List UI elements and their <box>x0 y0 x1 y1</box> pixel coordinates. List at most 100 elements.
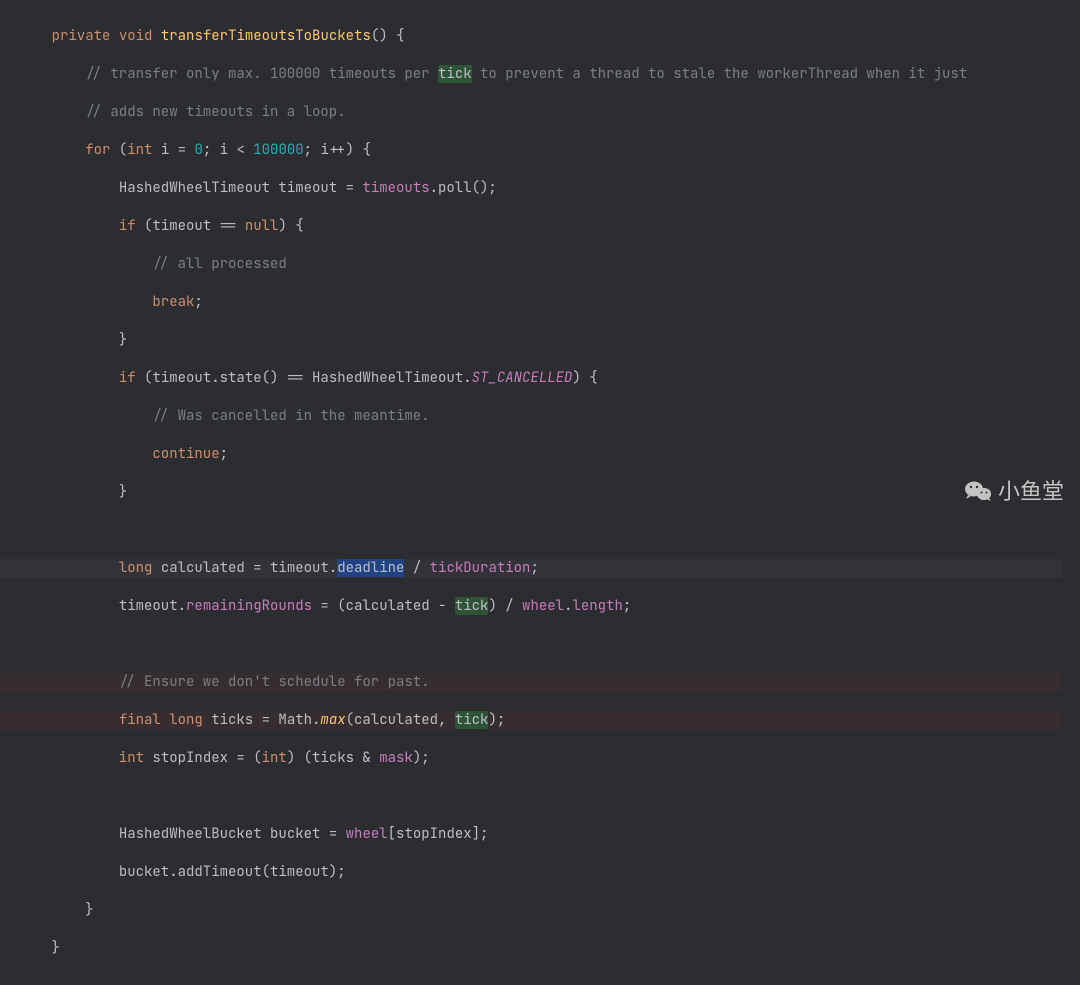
punctuation: = (calculated - <box>312 597 455 615</box>
punctuation: ); <box>413 749 430 767</box>
keyword-break: break <box>152 293 194 311</box>
punctuation: (timeout == <box>136 217 245 235</box>
punctuation: (calculated, <box>346 711 455 729</box>
punctuation: () { <box>371 27 405 45</box>
comment: // Was cancelled in the meantime. <box>152 407 429 425</box>
comment: // Ensure we don't schedule for past. <box>119 673 430 691</box>
punctuation: ; <box>194 293 202 311</box>
code-line: } <box>18 483 1080 502</box>
punctuation: ) / <box>488 597 522 615</box>
punctuation: . <box>564 597 572 615</box>
punctuation: = <box>320 825 345 843</box>
field: timeouts <box>362 179 429 197</box>
code-line: bucket.addTimeout(timeout); <box>18 863 1080 882</box>
field: length <box>572 597 622 615</box>
punctuation: = <box>169 141 194 159</box>
field: tickDuration <box>430 559 531 577</box>
code-line: // adds new timeouts in a loop. <box>18 103 1080 122</box>
punctuation: = Math. <box>253 711 320 729</box>
field: remainingRounds <box>186 597 312 615</box>
punctuation: ( <box>110 141 127 159</box>
keyword-int: int <box>127 141 152 159</box>
punctuation: ) (ticks & <box>287 749 379 767</box>
keyword-if: if <box>119 369 136 387</box>
code-line <box>18 521 1080 540</box>
variable: calculated <box>152 559 244 577</box>
number: 0 <box>194 141 202 159</box>
punctuation: = <box>337 179 362 197</box>
punctuation: = ( <box>228 749 262 767</box>
punctuation: } <box>85 901 93 919</box>
code-line: if (timeout.state() == HashedWheelTimeou… <box>18 369 1080 388</box>
code-line: // Was cancelled in the meantime. <box>18 407 1080 426</box>
comment: // adds new timeouts in a loop. <box>85 103 345 121</box>
code-line: private void transferTimeoutsToBuckets()… <box>18 27 1080 46</box>
punctuation: ); <box>488 711 505 729</box>
code-line: } <box>18 901 1080 920</box>
code-line: } <box>18 939 1080 958</box>
punctuation: ; i < <box>203 141 253 159</box>
code-line: timeout.remainingRounds = (calculated - … <box>18 597 1080 616</box>
punctuation: = timeout. <box>245 559 337 577</box>
punctuation: } <box>52 939 60 957</box>
watermark-text: 小鱼堂 <box>998 482 1064 501</box>
punctuation: (timeout.state() == HashedWheelTimeout. <box>136 369 472 387</box>
keyword-long: long <box>161 711 203 729</box>
keyword-int: int <box>119 749 144 767</box>
code-line: // all processed <box>18 255 1080 274</box>
variable: stopIndex <box>144 749 228 767</box>
keyword-if: if <box>119 217 136 235</box>
code-line <box>18 635 1080 654</box>
code-line-current: long calculated = timeout.deadline / tic… <box>0 559 1062 578</box>
code-line: HashedWheelBucket bucket = wheel[stopInd… <box>18 825 1080 844</box>
code-line <box>18 787 1080 806</box>
highlighted-word: tick <box>438 65 472 83</box>
variable: timeout <box>270 179 337 197</box>
punctuation: ; <box>530 559 538 577</box>
type-name: HashedWheelBucket <box>119 825 262 843</box>
code-line: for (int i = 0; i < 100000; i++) { <box>18 141 1080 160</box>
punctuation: ) { <box>278 217 303 235</box>
punctuation: } <box>119 483 127 501</box>
code-line: // transfer only max. 100000 timeouts pe… <box>18 65 1080 84</box>
keyword-void: void <box>119 27 153 45</box>
type-name: HashedWheelTimeout <box>119 179 270 197</box>
highlighted-word: tick <box>455 597 489 615</box>
variable: bucket <box>262 825 321 843</box>
variable: i <box>152 141 169 159</box>
keyword-continue: continue <box>152 445 219 463</box>
number: 100000 <box>253 141 303 159</box>
method-name: transferTimeoutsToBuckets <box>161 27 371 45</box>
keyword-null: null <box>245 217 279 235</box>
field: wheel <box>522 597 564 615</box>
punctuation: bucket.addTimeout(timeout); <box>119 863 346 881</box>
comment: // transfer only max. 100000 timeouts pe… <box>85 65 438 83</box>
variable: ticks <box>203 711 253 729</box>
punctuation: ; i++) { <box>304 141 371 159</box>
selection: deadline <box>337 559 404 577</box>
code-line: int stopIndex = (int) (ticks & mask); <box>18 749 1080 768</box>
punctuation: [stopIndex]; <box>388 825 489 843</box>
code-line-diff: // Ensure we don't schedule for past. <box>0 673 1062 692</box>
keyword-int: int <box>262 749 287 767</box>
wechat-icon <box>964 479 992 503</box>
code-line: break; <box>18 293 1080 312</box>
punctuation: ; <box>623 597 631 615</box>
code-line: HashedWheelTimeout timeout = timeouts.po… <box>18 179 1080 198</box>
static-field: ST_CANCELLED <box>472 369 573 387</box>
punctuation: / <box>404 559 429 577</box>
field: wheel <box>346 825 388 843</box>
punctuation: timeout. <box>119 597 186 615</box>
keyword-final: final <box>119 711 161 729</box>
code-line: } <box>18 331 1080 350</box>
comment: to prevent a thread to stale the workerT… <box>472 65 968 83</box>
code-editor[interactable]: private void transferTimeoutsToBuckets()… <box>0 0 1080 985</box>
keyword-private: private <box>52 27 111 45</box>
punctuation: } <box>119 331 127 349</box>
punctuation: ; <box>220 445 228 463</box>
code-line-diff: final long ticks = Math.max(calculated, … <box>0 711 1062 730</box>
comment: // all processed <box>152 255 286 273</box>
punctuation: .poll(); <box>430 179 497 197</box>
code-line: continue; <box>18 445 1080 464</box>
watermark: 小鱼堂 <box>964 479 1064 503</box>
